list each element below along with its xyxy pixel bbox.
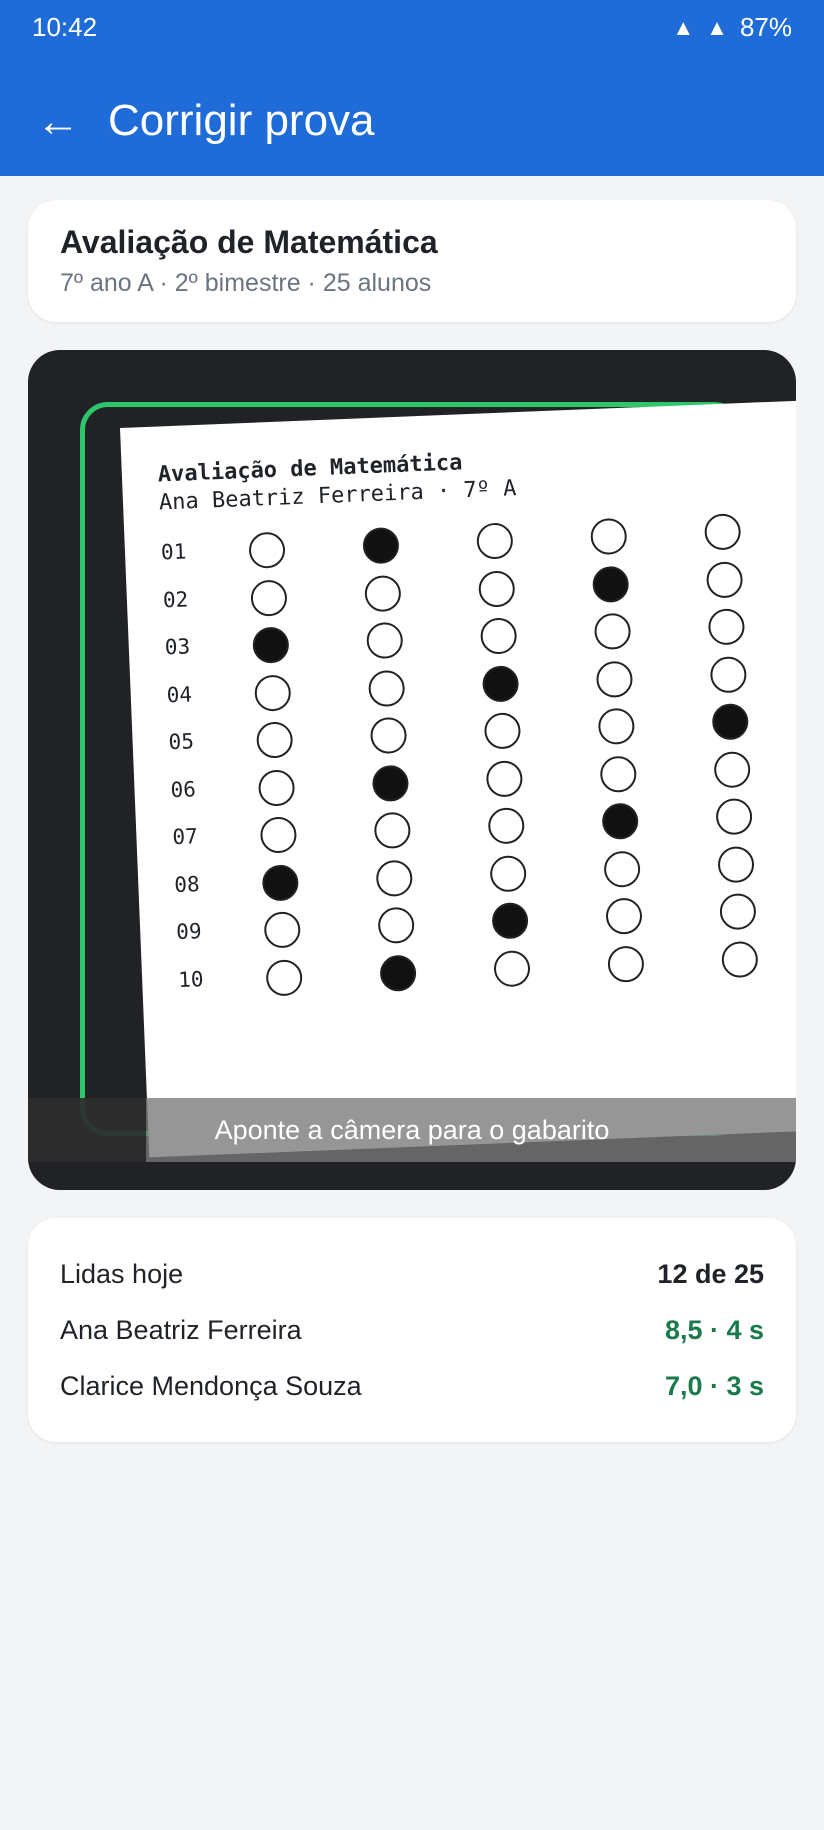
bubble-empty: [715, 797, 753, 836]
bubble-empty: [248, 531, 286, 569]
student-name: Ana Beatriz Ferreira: [60, 1314, 302, 1345]
bubble-empty: [263, 911, 301, 949]
stats-card: Lidas hoje 12 de 25 Ana Beatriz Ferreira…: [28, 1218, 796, 1442]
back-arrow-icon[interactable]: ←: [36, 98, 84, 150]
bubble-empty: [373, 811, 412, 850]
question-number: 07: [171, 824, 199, 850]
question-number: 05: [168, 729, 195, 755]
status-bar: 10:42 ▲ ▲ 87%: [0, 0, 824, 56]
bubble-empty: [375, 859, 413, 897]
bubble-empty: [478, 569, 516, 608]
app-bar: 10:42 ▲ ▲ 87% ← Corrigir prova: [0, 0, 824, 176]
question-number: 04: [166, 681, 193, 707]
bubble-empty: [265, 958, 303, 997]
bubble-empty: [489, 854, 527, 892]
bubble-empty: [250, 578, 288, 617]
question-number: 08: [173, 871, 201, 897]
camera-hint: Aponte a câmera para o gabarito: [214, 1115, 610, 1145]
bubble-empty: [367, 669, 406, 707]
bubble-empty: [493, 949, 531, 987]
bubble-empty: [483, 712, 522, 750]
result-row[interactable]: Clarice Mendonça Souza 7,0 · 3 s: [60, 1358, 764, 1414]
bubble-empty: [703, 513, 742, 551]
question-number: 09: [175, 919, 203, 945]
bubble-empty: [717, 845, 755, 883]
bubble-marked: [481, 664, 520, 703]
bubble-marked: [591, 565, 630, 603]
bubble-empty: [719, 892, 757, 931]
question-number: 02: [162, 586, 189, 612]
result-row[interactable]: Ana Beatriz Ferreira 8,5 · 4 s: [60, 1302, 764, 1358]
bubble-empty: [366, 621, 404, 660]
bubble-empty: [595, 660, 634, 698]
bubble-empty: [713, 750, 751, 788]
exam-subtitle: 7º ano A · 2º bimestre · 25 alunos: [60, 269, 432, 297]
bubble-empty: [599, 755, 637, 793]
page-title: Corrigir prova: [108, 96, 375, 145]
wifi-icon: ▲: [706, 14, 728, 40]
read-today-value: 12 de 25: [657, 1258, 764, 1289]
bubble-empty: [259, 816, 298, 854]
bubble-empty: [255, 721, 294, 759]
bubble-empty: [603, 849, 641, 888]
bubble-marked: [362, 526, 400, 565]
bubble-marked: [261, 863, 300, 902]
exam-info-card: Avaliação de Matemática 7º ano A · 2º bi…: [28, 200, 796, 322]
bubble-marked: [601, 802, 639, 840]
question-number: 03: [164, 634, 191, 660]
answer-sheet: Avaliação de Matemática Ana Beatriz Ferr…: [120, 399, 796, 1158]
bubble-empty: [605, 897, 643, 935]
bubble-empty: [479, 617, 518, 655]
status-indicators: ▲ ▲ 87%: [672, 12, 792, 43]
bubble-marked: [252, 626, 290, 664]
bubble-empty: [707, 608, 746, 646]
battery-level: 87%: [739, 12, 792, 42]
student-score: 8,5 · 4 s: [664, 1314, 764, 1345]
bubble-empty: [705, 560, 744, 599]
bubble-empty: [721, 940, 759, 978]
bubble-empty: [257, 768, 296, 807]
question-number: 10: [177, 966, 204, 992]
bubble-empty: [476, 522, 514, 560]
bubble-empty: [254, 673, 292, 712]
bubble-empty: [369, 716, 408, 755]
read-today-row: Lidas hoje 12 de 25: [60, 1246, 764, 1302]
status-time: 10:42: [32, 12, 98, 42]
question-number: 01: [160, 539, 187, 565]
bubble-marked: [491, 902, 529, 940]
student-name: Clarice Mendonça Souza: [60, 1370, 362, 1401]
bubble-marked: [371, 764, 410, 802]
toolbar: ← Corrigir prova: [0, 84, 824, 164]
bubble-empty: [593, 612, 632, 651]
bubble-empty: [487, 807, 525, 845]
bubble-empty: [485, 759, 524, 798]
bubble-empty: [590, 517, 628, 556]
bubble-marked: [379, 954, 417, 992]
bubble-empty: [607, 944, 645, 983]
student-score: 7,0 · 3 s: [664, 1370, 764, 1401]
bubble-empty: [597, 707, 636, 746]
bubble-empty: [377, 906, 415, 945]
bubble-empty: [364, 574, 402, 612]
exam-title: Avaliação de Matemática: [60, 224, 438, 260]
question-number: 06: [170, 776, 197, 802]
read-today-label: Lidas hoje: [60, 1258, 184, 1289]
bubble-empty: [709, 655, 748, 693]
camera-viewfinder[interactable]: Avaliação de Matemática Ana Beatriz Ferr…: [28, 350, 796, 1190]
signal-icon: ▲: [672, 14, 695, 40]
bubble-marked: [711, 703, 749, 741]
